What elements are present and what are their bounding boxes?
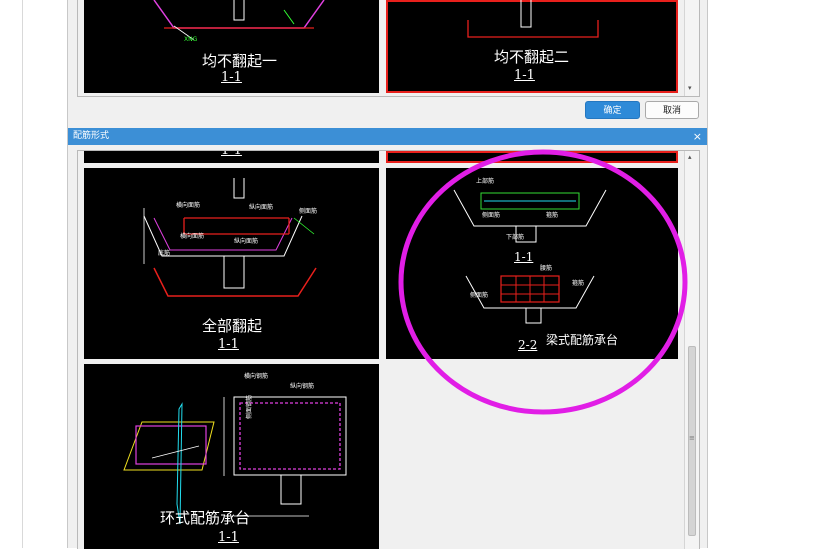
highlight-circle	[398, 149, 688, 415]
annotation-overlay	[398, 149, 688, 415]
